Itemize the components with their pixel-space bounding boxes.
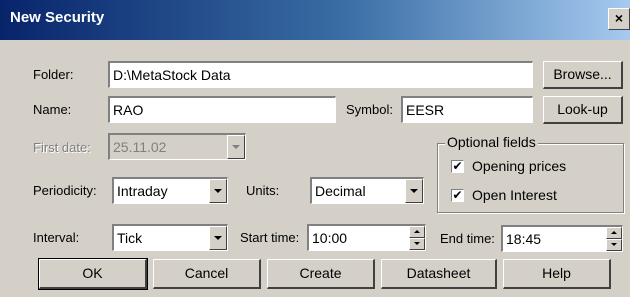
symbol-label: Symbol: [346,102,393,117]
interval-value: Tick [117,230,143,246]
units-select[interactable]: Decimal [310,177,424,204]
units-value: Decimal [315,183,366,199]
spin-up-icon[interactable] [606,227,622,239]
folder-label: Folder: [33,67,74,82]
chevron-down-icon[interactable] [209,226,227,250]
cancel-button[interactable]: Cancel [153,259,261,289]
end-time-label: End time: [440,231,495,246]
browse-button[interactable]: Browse... [543,61,623,89]
spin-down-icon[interactable] [606,239,622,251]
units-label: Units: [246,183,280,198]
open-interest-label: Open Interest [472,187,557,203]
optional-fields-title: Optional fields [445,134,538,150]
window-title: New Security [10,9,105,26]
spin-down-icon[interactable] [409,238,425,250]
start-time-spinner[interactable]: 10:00 [307,224,426,251]
symbol-field[interactable]: EESR [401,96,533,123]
open-interest-checkbox[interactable]: ✔ [451,189,464,202]
end-time-spinner[interactable]: 18:45 [501,225,623,252]
name-label: Name: [33,102,72,117]
first-date-field: 25.11.02 [108,133,246,160]
chevron-down-icon [227,135,245,159]
spin-up-icon[interactable] [409,226,425,238]
close-icon: × [614,10,624,26]
end-time-value: 18:45 [506,231,542,247]
opening-prices-checkbox[interactable]: ✔ [451,160,464,173]
ok-button[interactable]: OK [38,258,148,290]
help-button[interactable]: Help [503,259,611,289]
spinner-buttons[interactable] [409,226,425,250]
chevron-down-icon[interactable] [405,179,423,203]
interval-select[interactable]: Tick [112,224,228,251]
first-date-label: First date: [33,140,91,155]
datasheet-button[interactable]: Datasheet [381,259,497,289]
start-time-label: Start time: [240,230,300,245]
name-field[interactable]: RAO [108,96,336,123]
chevron-down-icon[interactable] [209,179,227,203]
interval-label: Interval: [33,230,80,245]
first-date-value: 25.11.02 [113,139,167,155]
periodicity-value: Intraday [117,183,168,199]
create-button[interactable]: Create [267,259,375,289]
periodicity-select[interactable]: Intraday [112,177,228,204]
folder-field[interactable]: D:\MetaStock Data [108,61,533,88]
lookup-button[interactable]: Look-up [543,96,623,124]
opening-prices-label: Opening prices [472,158,567,174]
periodicity-label: Periodicity: [33,183,97,198]
spinner-buttons[interactable] [606,227,622,251]
start-time-value: 10:00 [312,230,348,246]
close-button[interactable]: × [608,8,630,30]
